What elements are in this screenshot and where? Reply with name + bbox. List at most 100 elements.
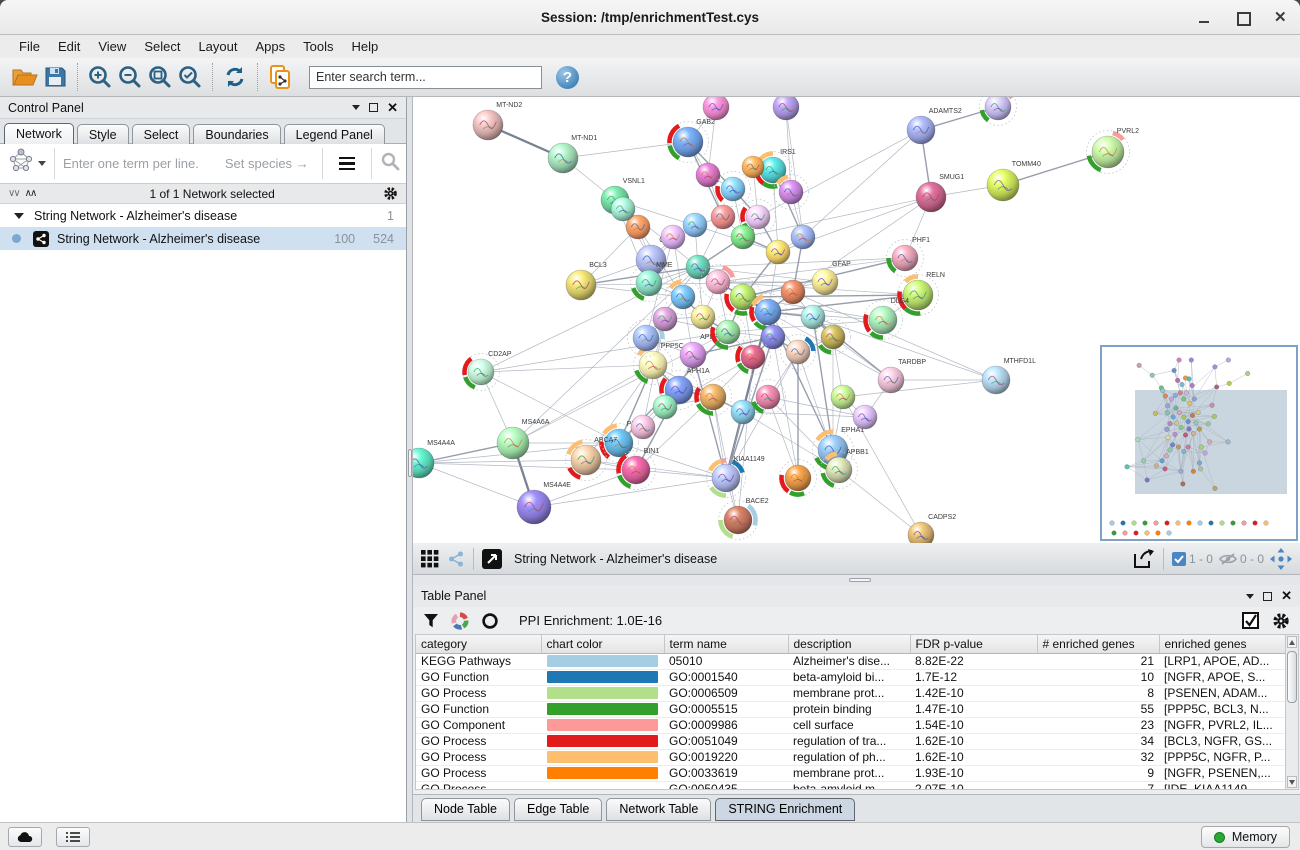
network-node[interactable]: [773, 97, 799, 120]
network-node[interactable]: [716, 172, 751, 207]
network-row-selected[interactable]: String Network - Alzheimer's disease 100…: [0, 227, 406, 250]
network-node[interactable]: GAB2: [668, 119, 716, 163]
menu-tools[interactable]: Tools: [294, 37, 342, 56]
network-node[interactable]: [853, 405, 877, 429]
network-node[interactable]: [781, 280, 805, 304]
column-header[interactable]: # enriched genes: [1037, 635, 1159, 653]
network-node[interactable]: [742, 156, 764, 178]
network-node[interactable]: [631, 415, 655, 439]
network-node[interactable]: DLG4: [864, 298, 910, 340]
enrichment-row[interactable]: GO FunctionGO:0005515protein binding1.47…: [416, 701, 1287, 717]
tab-style[interactable]: Style: [77, 124, 129, 144]
table-panel-close-icon[interactable]: ✕: [1281, 591, 1292, 601]
tab-string-enrichment[interactable]: STRING Enrichment: [715, 798, 855, 821]
tab-network[interactable]: Network: [4, 123, 74, 144]
network-node[interactable]: MT-ND2: [473, 102, 522, 140]
menu-file[interactable]: File: [10, 37, 49, 56]
grid-icon[interactable]: [421, 550, 439, 568]
scrollbar-thumb[interactable]: [1287, 651, 1297, 703]
zoom-in-icon[interactable]: [85, 62, 115, 92]
string-query-input[interactable]: Enter one term per line.: [63, 156, 199, 171]
network-collection-row[interactable]: String Network - Alzheimer's disease 1: [0, 204, 406, 227]
annotation-mode-icon[interactable]: [482, 549, 502, 569]
hidden-eye-icon[interactable]: [1219, 552, 1237, 566]
close-button[interactable]: ✕: [1274, 11, 1288, 25]
tab-node-table[interactable]: Node Table: [421, 798, 510, 821]
column-header[interactable]: chart color: [541, 635, 664, 653]
refresh-icon[interactable]: [220, 62, 250, 92]
network-node[interactable]: [711, 205, 735, 229]
menu-select[interactable]: Select: [135, 37, 189, 56]
network-node[interactable]: [686, 255, 710, 279]
tab-edge-table[interactable]: Edge Table: [514, 798, 602, 821]
network-node[interactable]: [653, 307, 677, 331]
enrichment-row[interactable]: GO ProcessGO:0033619membrane prot...1.93…: [416, 765, 1287, 781]
scroll-up-icon[interactable]: [1287, 636, 1297, 648]
enrichment-row[interactable]: GO ProcessGO:0050435beta-amyloid m...2.0…: [416, 781, 1287, 790]
tab-network-table[interactable]: Network Table: [606, 798, 711, 821]
menu-edit[interactable]: Edit: [49, 37, 89, 56]
filter-icon[interactable]: [423, 613, 439, 629]
network-node[interactable]: [750, 294, 787, 331]
network-node[interactable]: [774, 175, 809, 210]
help-icon[interactable]: ?: [556, 66, 579, 89]
panel-menu-icon[interactable]: [352, 105, 360, 110]
network-node[interactable]: [691, 305, 715, 329]
network-node[interactable]: [831, 385, 855, 409]
network-node[interactable]: [766, 240, 790, 264]
network-node[interactable]: [703, 97, 729, 120]
select-all-checkbox-icon[interactable]: [1242, 612, 1260, 630]
zoom-fit-icon[interactable]: [145, 62, 175, 92]
export-network-icon[interactable]: [1133, 549, 1155, 569]
network-node[interactable]: MS4A4E: [517, 482, 571, 524]
enrichment-row[interactable]: GO ProcessGO:0051049regulation of tra...…: [416, 733, 1287, 749]
task-history-button[interactable]: [56, 827, 90, 847]
network-node[interactable]: MTHFD1L: [982, 358, 1036, 394]
network-node[interactable]: RELN: [898, 272, 945, 316]
network-node[interactable]: [780, 460, 817, 497]
network-node[interactable]: [761, 325, 785, 349]
network-node[interactable]: [781, 335, 816, 370]
network-node[interactable]: [731, 225, 755, 249]
scroll-down-icon[interactable]: [1287, 776, 1297, 788]
copy-network-icon[interactable]: [265, 62, 295, 92]
tab-boundaries[interactable]: Boundaries: [193, 124, 280, 144]
panel-close-icon[interactable]: ✕: [387, 103, 398, 113]
enrichment-row[interactable]: GO FunctionGO:0001540beta-amyloid bi...1…: [416, 669, 1287, 685]
enrichment-row[interactable]: GO ComponentGO:0009986cell surface1.54E-…: [416, 717, 1287, 733]
maximize-button[interactable]: [1236, 11, 1250, 25]
table-settings-gear-icon[interactable]: [1272, 612, 1290, 630]
birdseye-view[interactable]: [1100, 345, 1298, 541]
menu-view[interactable]: View: [89, 37, 135, 56]
network-node[interactable]: TARDBP: [878, 359, 926, 393]
birdseye-toggle-icon[interactable]: [1270, 548, 1292, 570]
expand-all-icon[interactable]: ∧∧: [25, 188, 36, 199]
menu-layout[interactable]: Layout: [189, 37, 246, 56]
network-node[interactable]: PHF1: [887, 237, 931, 277]
network-canvas[interactable]: MT-ND2MT-ND1VSNL1GAB2ADAMTS2PVRL2TOMM40S…: [413, 97, 1300, 543]
zoom-out-icon[interactable]: [115, 62, 145, 92]
memory-button[interactable]: Memory: [1201, 826, 1290, 848]
collection-expand-icon[interactable]: [14, 213, 24, 219]
network-node[interactable]: [661, 225, 685, 249]
share-network-icon[interactable]: [447, 550, 465, 568]
column-header[interactable]: term name: [664, 635, 788, 653]
panel-float-icon[interactable]: [369, 103, 378, 112]
enrichment-row[interactable]: KEGG Pathways05010Alzheimer's dise...8.8…: [416, 653, 1287, 669]
pie-chart-icon[interactable]: [451, 612, 469, 630]
network-node[interactable]: [816, 320, 851, 355]
network-node[interactable]: PVRL2: [1087, 128, 1140, 174]
column-header[interactable]: category: [416, 635, 541, 653]
table-panel-float-icon[interactable]: [1263, 592, 1272, 601]
network-node[interactable]: [653, 395, 677, 419]
network-node[interactable]: TOMM40: [987, 161, 1041, 201]
minimize-button[interactable]: [1198, 11, 1212, 25]
column-header[interactable]: FDR p-value: [910, 635, 1037, 653]
network-node[interactable]: MT-ND1: [548, 135, 597, 173]
network-node[interactable]: [683, 213, 707, 237]
search-input[interactable]: [309, 66, 542, 89]
network-node[interactable]: [801, 305, 825, 329]
network-node[interactable]: MS4A4A: [413, 440, 455, 478]
string-db-dropdown-icon[interactable]: [38, 161, 46, 166]
selected-nodes-icon[interactable]: [1172, 552, 1186, 566]
